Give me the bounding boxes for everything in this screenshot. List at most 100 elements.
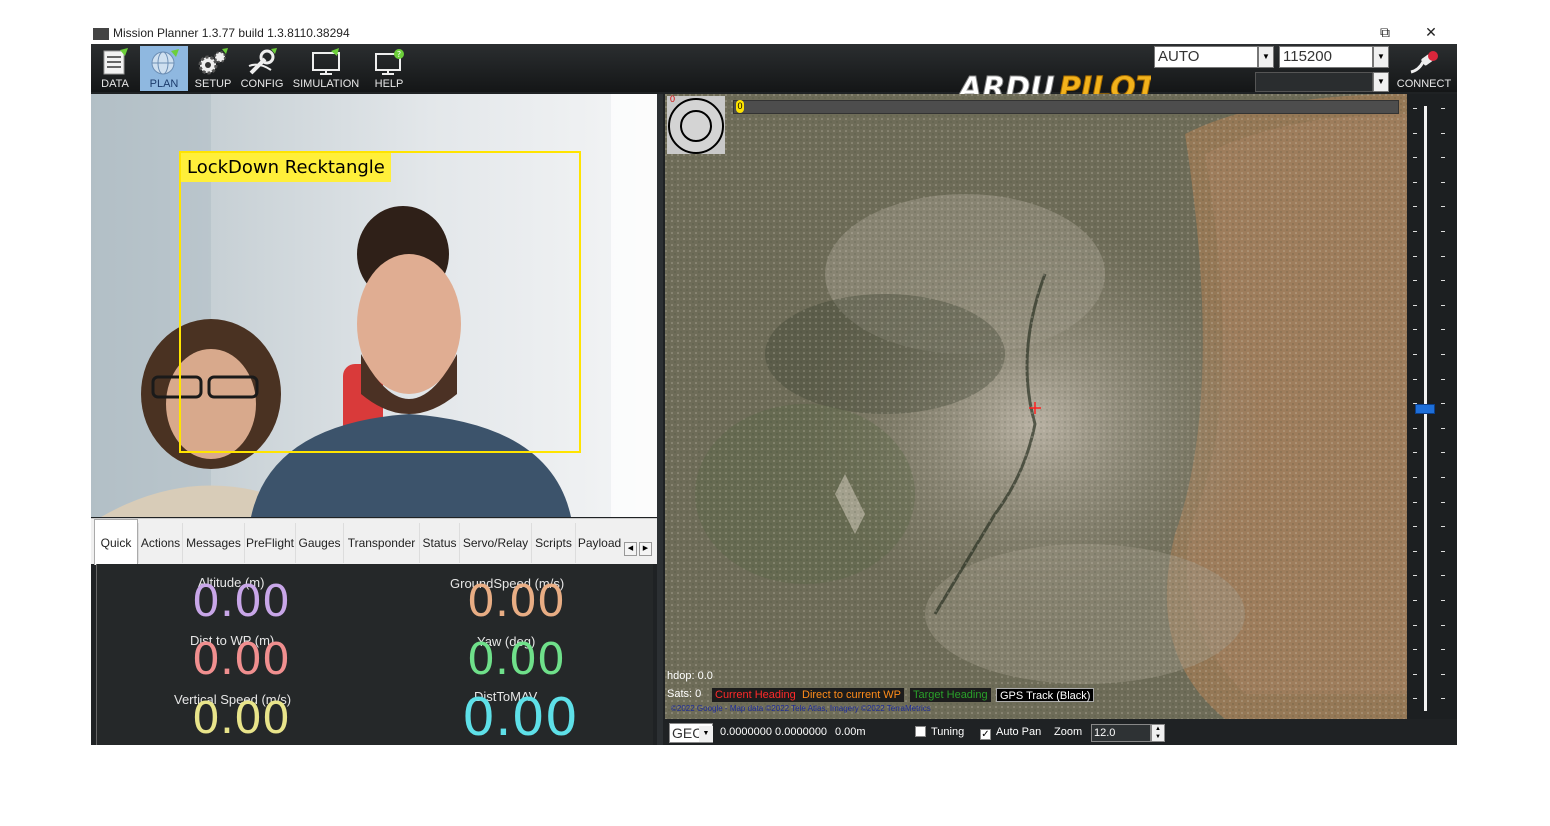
- altitude-tick: [1441, 354, 1445, 355]
- tab-status[interactable]: Status: [419, 523, 459, 563]
- tab-quick[interactable]: Quick: [94, 519, 138, 565]
- flight-mode-dropdown-icon[interactable]: ▼: [1258, 46, 1274, 68]
- altitude-tick: [1413, 649, 1417, 651]
- tab-gauges[interactable]: Gauges: [295, 523, 343, 563]
- setup-button[interactable]: SETUP: [191, 46, 235, 91]
- heading-compass: 0: [667, 94, 725, 154]
- legend-current-heading: Current Heading: [712, 688, 799, 702]
- altitude-tick: [1441, 206, 1445, 208]
- plan-button[interactable]: PLAN: [140, 46, 188, 91]
- legend-gps-track: GPS Track (Black): [996, 688, 1095, 702]
- map-attribution: ©2022 Google - Map data ©2022 Tele Atlas…: [671, 704, 931, 713]
- coord-system-dropdown-icon[interactable]: ▼: [699, 726, 713, 742]
- tab-transponder[interactable]: Transponder: [343, 523, 419, 563]
- altitude-tick: [1441, 452, 1445, 454]
- tuning-checkbox[interactable]: Tuning: [915, 726, 964, 738]
- altitude-tick: [1441, 181, 1445, 183]
- zoom-label: Zoom: [1054, 726, 1083, 738]
- config-button[interactable]: CONFIG: [238, 46, 286, 91]
- port-dropdown-icon[interactable]: ▼: [1373, 72, 1389, 92]
- altitude-slider-thumb[interactable]: [1415, 404, 1435, 414]
- dist-to-mav-value: 0.00: [462, 688, 578, 745]
- altitude-tick: [1413, 526, 1417, 528]
- simulation-button-label: SIMULATION: [292, 78, 360, 90]
- altitude-tick: [1441, 329, 1445, 331]
- groundspeed-value: 0.00: [467, 576, 565, 627]
- altitude-tick: [1441, 231, 1445, 232]
- altitude-tick: [1441, 698, 1445, 700]
- altitude-tick: [1413, 157, 1417, 159]
- altitude-tick: [1441, 526, 1445, 528]
- altitude-tick: [1413, 600, 1417, 601]
- mission-planner-window: Mission Planner 1.3.77 build 1.3.8110.38…: [91, 24, 1457, 745]
- altitude-tick: [1413, 427, 1417, 429]
- close-icon[interactable]: ✕: [1421, 24, 1441, 41]
- tab-scroll-left-icon[interactable]: ◀: [624, 542, 637, 556]
- tuning-checkbox-box[interactable]: [915, 726, 926, 737]
- tab-servo-relay[interactable]: Servo/Relay: [459, 523, 531, 563]
- tab-payload[interactable]: Payload: [575, 523, 623, 563]
- autopan-label: Auto Pan: [996, 726, 1042, 738]
- tab-messages[interactable]: Messages: [182, 523, 244, 563]
- tab-preflight[interactable]: PreFlight: [244, 523, 295, 563]
- sats-readout: Sats: 0: [667, 688, 702, 700]
- altitude-tick: [1441, 403, 1445, 405]
- tab-scripts[interactable]: Scripts: [531, 523, 575, 563]
- port-select[interactable]: [1255, 72, 1373, 92]
- data-icon: [103, 48, 128, 75]
- altitude-tick: [1413, 304, 1417, 306]
- altitude-tick: [1413, 452, 1417, 454]
- video-feed: LockDown Recktangle: [91, 94, 657, 517]
- baud-rate-select[interactable]: 115200: [1279, 46, 1373, 68]
- svg-text:?: ?: [397, 50, 401, 59]
- zoom-input[interactable]: 12.0: [1091, 724, 1151, 742]
- autopan-checkbox[interactable]: ✓ Auto Pan: [980, 726, 1041, 740]
- altitude-tick: [1413, 108, 1417, 109]
- altitude-tick: [1413, 403, 1417, 405]
- connect-button[interactable]: CONNECT: [1395, 46, 1453, 91]
- progress-marker: 0: [736, 100, 744, 113]
- simulation-button[interactable]: SIMULATION: [290, 46, 362, 91]
- legend-direct-to-wp: Direct to current WP: [799, 688, 905, 702]
- altitude-tick: [1413, 378, 1417, 380]
- vertical-speed-value: 0.00: [192, 693, 290, 744]
- help-button[interactable]: ? HELP: [367, 46, 411, 91]
- quick-panel: Altitude (m) 0.00 GroundSpeed (m/s) 0.00…: [96, 564, 653, 745]
- altitude-value: 0.00: [192, 576, 290, 627]
- altitude-slider[interactable]: [1407, 94, 1457, 719]
- window-title: Mission Planner 1.3.77 build 1.3.8110.38…: [113, 26, 350, 40]
- config-wrench-icon: [248, 48, 277, 75]
- tab-actions[interactable]: Actions: [138, 523, 182, 563]
- coordinates-readout: 0.0000000 0.0000000: [720, 726, 828, 738]
- app-icon: [93, 28, 109, 40]
- altitude-tick: [1413, 206, 1417, 208]
- tab-scroll-right-icon[interactable]: ▶: [639, 542, 652, 556]
- altitude-tick: [1441, 108, 1445, 109]
- baud-rate-dropdown-icon[interactable]: ▼: [1373, 46, 1389, 68]
- data-button[interactable]: DATA: [93, 46, 137, 91]
- panel-splitter[interactable]: [657, 94, 663, 745]
- zoom-stepper-icon[interactable]: ▲ ▼: [1151, 724, 1165, 742]
- setup-button-label: SETUP: [194, 78, 232, 90]
- altitude-tick: [1441, 673, 1445, 675]
- restore-icon[interactable]: ⧉: [1375, 24, 1395, 41]
- altitude-tick: [1441, 255, 1445, 257]
- dist-to-wp-value: 0.00: [192, 634, 290, 685]
- tuning-label: Tuning: [931, 726, 965, 738]
- altitude-tick: [1413, 575, 1417, 577]
- plan-button-label: PLAN: [149, 78, 179, 90]
- data-button-label: DATA: [101, 78, 129, 90]
- flight-mode-select[interactable]: AUTO: [1154, 46, 1258, 68]
- altitude-tick: [1441, 649, 1445, 651]
- autopan-check-icon[interactable]: ✓: [980, 729, 991, 740]
- altitude-tick: [1441, 157, 1445, 159]
- compass-dial-icon: [668, 98, 724, 154]
- legend-target-heading: Target Heading: [910, 688, 991, 702]
- satellite-map[interactable]: 0 0 hdop: 0.0 Sats: 0 Current Heading Di…: [665, 94, 1407, 719]
- compass-value: 0: [670, 94, 676, 104]
- help-button-label: HELP: [374, 78, 404, 90]
- altitude-tick: [1413, 624, 1417, 626]
- altitude-tick: [1413, 550, 1417, 552]
- altitude-tick: [1441, 304, 1445, 306]
- setup-gears-icon: [198, 48, 228, 75]
